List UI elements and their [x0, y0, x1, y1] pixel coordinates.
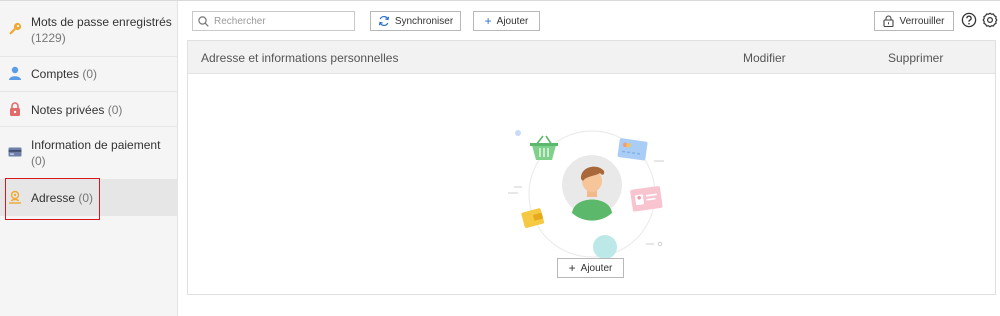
- settings-icon[interactable]: [982, 12, 998, 28]
- lock-icon: [883, 15, 895, 27]
- sidebar-item-accounts[interactable]: Comptes (0): [0, 66, 178, 82]
- search-icon: [198, 15, 209, 27]
- sync-icon: [378, 15, 389, 27]
- person-icon: [9, 66, 21, 80]
- column-header-edit: Modifier: [743, 51, 786, 65]
- sidebar-item-label: Comptes (0): [31, 67, 98, 81]
- add-address-label: Ajouter: [580, 262, 613, 274]
- lock-button[interactable]: Verrouiller: [874, 11, 954, 31]
- selection-highlight: [5, 178, 100, 220]
- help-icon[interactable]: [961, 12, 977, 28]
- plus-icon: +: [568, 261, 576, 275]
- add-button[interactable]: + Ajouter: [473, 11, 540, 31]
- empty-state-illustration: [508, 130, 664, 259]
- divider: [0, 126, 178, 127]
- sync-label: Synchroniser: [394, 15, 454, 27]
- sidebar-item-passwords[interactable]: Mots de passe enregistrés (1229): [0, 14, 178, 46]
- sidebar: Mots de passe enregistrés (1229) Comptes…: [0, 1, 178, 316]
- lock-label: Verrouiller: [899, 15, 945, 27]
- sidebar-item-payment[interactable]: Information de paiement (0): [0, 137, 178, 169]
- sidebar-item-private-notes[interactable]: Notes privées (0): [0, 102, 178, 118]
- sync-button[interactable]: Synchroniser: [370, 11, 461, 31]
- search-box[interactable]: [192, 11, 355, 31]
- card-icon: [8, 147, 22, 157]
- lock-note-icon: [10, 102, 20, 116]
- search-input[interactable]: [214, 15, 344, 27]
- sidebar-item-label: Mots de passe enregistrés (1229): [31, 15, 172, 45]
- plus-icon: +: [484, 14, 492, 28]
- address-table: Adresse et informations personnelles Mod…: [187, 40, 996, 295]
- divider: [0, 56, 178, 57]
- add-address-button[interactable]: + Ajouter: [557, 258, 624, 278]
- sidebar-item-label: Notes privées (0): [31, 103, 123, 117]
- sidebar-item-label: Information de paiement (0): [31, 138, 161, 168]
- column-header-delete: Supprimer: [888, 51, 944, 65]
- divider: [0, 91, 178, 92]
- table-header: Adresse et informations personnelles Mod…: [188, 41, 995, 74]
- add-label: Ajouter: [496, 15, 529, 27]
- key-icon: [9, 22, 22, 35]
- column-header-address: Adresse et informations personnelles: [201, 51, 399, 65]
